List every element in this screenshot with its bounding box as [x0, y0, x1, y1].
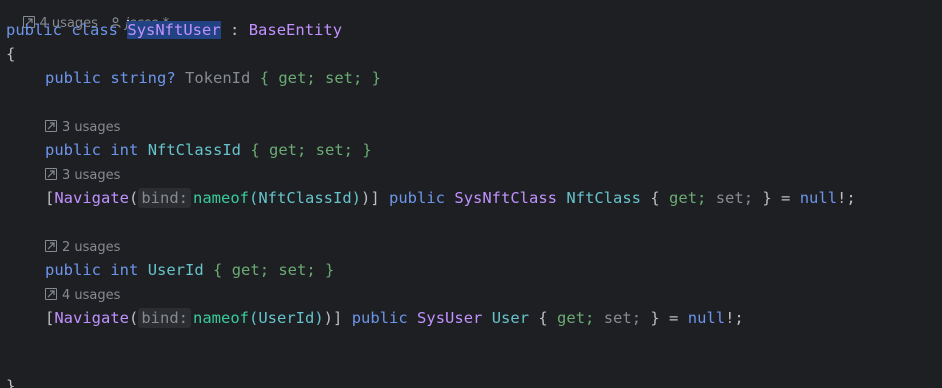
statement-end: !; [837, 189, 856, 207]
nameof-fn: nameof [193, 189, 250, 207]
param-name-hint: bind: [138, 188, 192, 208]
statement-end: !; [725, 309, 744, 327]
kw-public: public [351, 309, 408, 327]
type-int: int [110, 261, 139, 279]
nftclass-property-line[interactable]: [Navigate(bind: nameof(NftClassId))] publ… [6, 186, 856, 210]
userid-usages-hint[interactable]: 2 usages [45, 240, 120, 256]
type-string: string? [110, 69, 176, 87]
kw-class: class [71, 21, 119, 39]
user-usages-hint[interactable]: 4 usages [45, 288, 120, 304]
prop-user: User [491, 309, 530, 327]
kw-public: public [45, 141, 101, 159]
accessor-body: { get; set; } [213, 261, 335, 279]
type-sysuser: SysUser [417, 309, 483, 327]
usages-text: 4 usages [62, 288, 121, 303]
colon: : [230, 21, 240, 39]
close-brace: } [6, 377, 16, 388]
user-property-line[interactable]: [Navigate(bind: nameof(UserId))] public S… [6, 306, 744, 330]
kw-public: public [389, 189, 446, 207]
type-sysnftclass: SysNftClass [454, 189, 558, 207]
open-brace-line[interactable]: { [6, 42, 15, 66]
initializer: } = [762, 189, 791, 207]
null-keyword: null [687, 309, 726, 327]
nftclassid-usages-hint[interactable]: 3 usages [45, 120, 120, 136]
set-accessor: set; [603, 309, 642, 327]
accessor-body: { get; set; } [250, 141, 372, 159]
usages-text: 3 usages [62, 120, 121, 135]
userid-property-line[interactable]: public int UserId { get; set; } [6, 258, 334, 282]
prop-nftclassid: NftClassId [147, 141, 242, 159]
prop-tokenid: TokenId [185, 69, 251, 87]
kw-public: public [45, 69, 101, 87]
nftclass-usages-hint[interactable]: 3 usages [45, 168, 120, 184]
paren-open: ( [129, 309, 139, 327]
kw-public: public [45, 261, 101, 279]
open-brace: { [6, 45, 16, 63]
prop-userid: UserId [147, 261, 204, 279]
nameof-arg: (UserId) [249, 309, 324, 327]
tokenid-property-line[interactable]: public string? TokenId { get; set; } [6, 66, 381, 90]
attr-open-bracket: [ [45, 189, 55, 207]
nameof-fn: nameof [193, 309, 250, 327]
usages-arrow-icon [45, 288, 57, 300]
close-brace-line[interactable]: } [6, 374, 15, 388]
param-name-hint: bind: [138, 308, 192, 328]
nftclassid-property-line[interactable]: public int NftClassId { get; set; } [6, 138, 372, 162]
kw-public: public [6, 21, 62, 39]
code-editor[interactable]: 4 usages jesse * public class SysNftUser… [0, 0, 942, 388]
usages-text: 2 usages [62, 240, 121, 255]
set-accessor: set; [715, 189, 754, 207]
attr-close: )] [323, 309, 343, 327]
navigate-attribute: Navigate [54, 189, 129, 207]
usages-arrow-icon [45, 168, 57, 180]
initializer: } = [650, 309, 679, 327]
get-accessor: get; [557, 309, 595, 327]
nameof-arg: (NftClassId) [249, 189, 361, 207]
class-name: SysNftUser [127, 21, 221, 39]
usages-arrow-icon [45, 120, 57, 132]
prop-nftclass: NftClass [566, 189, 642, 207]
usages-text: 3 usages [62, 168, 121, 183]
base-class-name: BaseEntity [248, 21, 343, 39]
type-int: int [110, 141, 139, 159]
usages-arrow-icon [45, 240, 57, 252]
attr-open-bracket: [ [45, 309, 55, 327]
class-usages-hint[interactable]: 4 usages jesse * [6, 0, 169, 31]
attr-close: )] [361, 189, 380, 207]
accessor-body: { get; set; } [259, 69, 382, 87]
paren-open: ( [129, 189, 139, 207]
null-keyword: null [799, 189, 838, 207]
get-accessor: get; [669, 189, 707, 207]
class-declaration-line[interactable]: public class SysNftUser : BaseEntity [6, 18, 342, 42]
navigate-attribute: Navigate [54, 309, 129, 327]
